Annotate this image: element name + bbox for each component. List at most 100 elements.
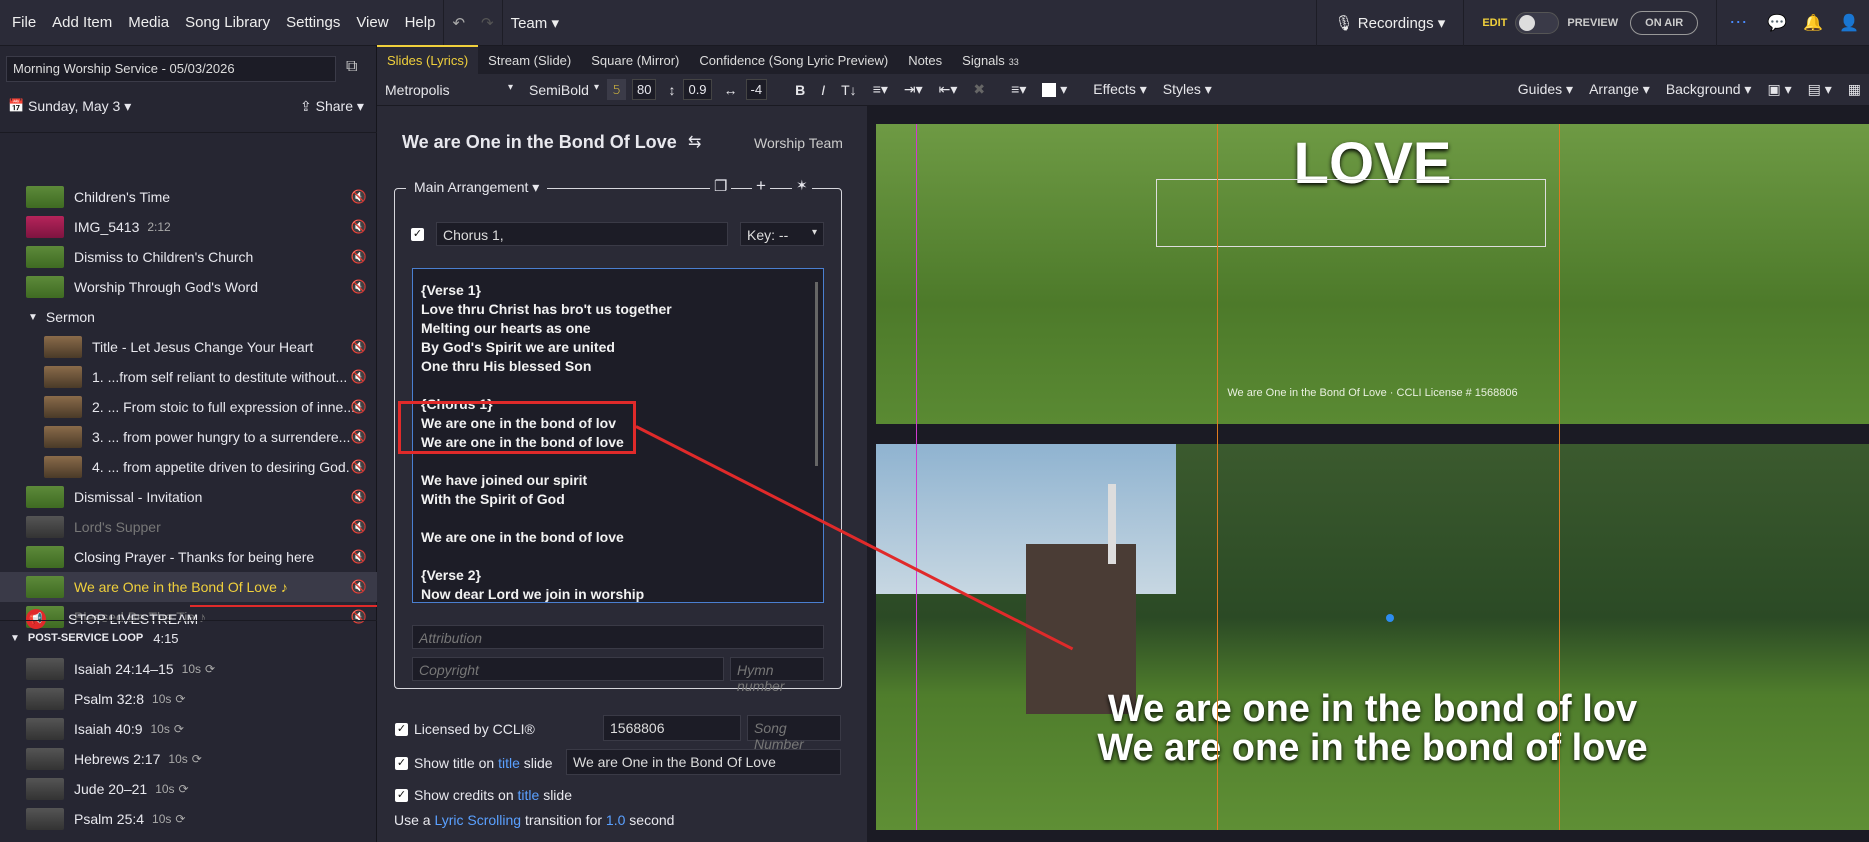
recordings-dropdown[interactable]: 🎙 Recordings ▾ xyxy=(1317,14,1464,32)
service-item[interactable]: 3. ... from power hungry to a surrendere… xyxy=(0,422,377,452)
section-checkbox[interactable]: ✓ xyxy=(411,228,424,241)
italic-icon[interactable]: I xyxy=(813,82,833,98)
tab-slides-lyrics[interactable]: Slides (Lyrics) xyxy=(377,45,479,74)
indent-icon[interactable]: ⇥▾ xyxy=(896,81,931,98)
mute-icon[interactable]: 🔇 xyxy=(351,579,367,595)
section-name-field[interactable]: Chorus 1, xyxy=(436,222,728,246)
key-select[interactable]: Key: -- ▾ xyxy=(740,222,824,246)
copy-icon[interactable]: ❐ xyxy=(710,177,732,195)
loop-item[interactable]: Jude 20–21 10s ⟳ xyxy=(0,774,377,804)
guides-dropdown[interactable]: Guides ▾ xyxy=(1510,81,1581,98)
slide-top[interactable]: LOVE We are One in the Bond Of Love · CC… xyxy=(876,124,1869,424)
letter-spacing-input[interactable]: -4 xyxy=(745,79,768,100)
mute-icon[interactable]: 🔇 xyxy=(351,279,367,295)
hymn-number-field[interactable]: Hymn number xyxy=(730,657,824,694)
bold-icon[interactable]: B xyxy=(787,82,813,98)
share-button[interactable]: ⇪ Share ▾ xyxy=(300,98,364,115)
add-icon[interactable]: + xyxy=(752,176,770,196)
loop-item[interactable]: Hebrews 2:17 10s ⟳ xyxy=(0,744,377,774)
on-air-button[interactable]: ON AIR xyxy=(1630,10,1699,35)
chat-icon[interactable]: 💬 xyxy=(1759,13,1795,33)
unlink-icon[interactable]: ✶ xyxy=(792,177,812,194)
clear-format-icon[interactable]: ✖ xyxy=(965,81,993,98)
date-dropdown[interactable]: Sunday, May 3 ▾ xyxy=(28,98,131,115)
text-box-icon[interactable]: ▣ ▾ xyxy=(1759,81,1799,98)
autofit-text-icon[interactable]: 𝟻 xyxy=(607,79,626,100)
service-item[interactable]: Title - Let Jesus Change Your Heart 🔇 xyxy=(0,332,377,362)
image-icon[interactable]: ▤ ▾ xyxy=(1800,81,1840,98)
styles-dropdown[interactable]: Styles ▾ xyxy=(1155,81,1220,98)
swap-icon[interactable]: ⇆ xyxy=(688,132,701,152)
menu-settings[interactable]: Settings xyxy=(278,14,348,31)
outdent-icon[interactable]: ⇤▾ xyxy=(931,81,966,98)
resize-handle[interactable] xyxy=(1386,614,1394,622)
line-height-input[interactable]: 0.9 xyxy=(683,79,712,100)
profile-icon[interactable]: 👤 xyxy=(1831,13,1869,33)
service-item[interactable]: Children's Time 🔇 xyxy=(0,182,377,212)
open-external-icon[interactable]: ⧉ xyxy=(346,58,357,76)
transition-type-link[interactable]: Lyric Scrolling xyxy=(434,812,521,828)
mute-icon[interactable]: 🔇 xyxy=(351,489,367,505)
loop-item[interactable]: Isaiah 40:9 10s ⟳ xyxy=(0,714,377,744)
service-item[interactable]: Worship Through God's Word 🔇 xyxy=(0,272,377,302)
mute-icon[interactable]: 🔇 xyxy=(351,249,367,265)
menu-view[interactable]: View xyxy=(348,14,396,31)
menu-file[interactable]: File xyxy=(0,14,44,31)
undo-icon[interactable]: ↶ xyxy=(444,14,473,32)
song-number-field[interactable]: Song Number xyxy=(747,715,841,752)
mute-icon[interactable]: 🔇 xyxy=(351,549,367,565)
effects-dropdown[interactable]: Effects ▾ xyxy=(1085,81,1154,98)
title-slide-field[interactable]: We are One in the Bond Of Love xyxy=(566,749,841,775)
color-swatch[interactable]: ▾ xyxy=(1034,81,1075,98)
tab-signals[interactable]: Signals 33 xyxy=(952,47,1029,74)
grid-icon[interactable]: ▦ xyxy=(1840,81,1869,98)
copyright-field[interactable]: Copyright xyxy=(412,657,724,681)
mute-icon[interactable]: 🔇 xyxy=(351,519,367,535)
service-item[interactable]: 1. ...from self reliant to destitute wit… xyxy=(0,362,377,392)
arrangement-dropdown[interactable]: Main Arrangement ▾ xyxy=(406,179,548,196)
service-item[interactable]: Dismissal - Invitation 🔇 xyxy=(0,482,377,512)
post-service-loop-header[interactable]: ▼ POST-SERVICE LOOP 4:15 xyxy=(0,623,377,653)
loop-item[interactable]: Psalm 32:8 10s ⟳ xyxy=(0,684,377,714)
loop-item[interactable]: Psalm 25:4 10s ⟳ xyxy=(0,804,377,834)
group-header[interactable]: ▼ Sermon xyxy=(0,302,377,332)
font-weight-select[interactable]: SemiBold ▾ xyxy=(521,82,607,98)
service-item[interactable]: IMG_5413 2:12 🔇 xyxy=(0,212,377,242)
show-title-checkbox[interactable]: ✓ xyxy=(395,757,408,770)
service-item[interactable]: We are One in the Bond Of Love ♪ 🔇 xyxy=(0,572,377,602)
mute-icon[interactable]: 🔇 xyxy=(351,399,367,415)
slide-bottom[interactable]: We are one in the bond of lov We are one… xyxy=(876,444,1869,830)
tab-notes[interactable]: Notes xyxy=(898,47,952,74)
transition-duration-link[interactable]: 1.0 xyxy=(606,812,625,828)
service-item[interactable]: Dismiss to Children's Church 🔇 xyxy=(0,242,377,272)
licensed-checkbox[interactable]: ✓ xyxy=(395,723,408,736)
arrange-dropdown[interactable]: Arrange ▾ xyxy=(1581,81,1658,98)
bullet-list-icon[interactable]: ≡▾ xyxy=(865,81,896,98)
ccli-number-field[interactable]: 1568806 xyxy=(603,715,741,741)
menu-help[interactable]: Help xyxy=(397,14,444,31)
menu-song-library[interactable]: Song Library xyxy=(177,14,278,31)
font-family-select[interactable]: Metropolis ▾ xyxy=(377,82,521,98)
redo-icon[interactable]: ↷ xyxy=(473,14,502,32)
more-options-icon[interactable]: ⋯ xyxy=(1717,12,1759,33)
mute-icon[interactable]: 🔇 xyxy=(351,429,367,445)
tab-confidence-song-lyric-preview[interactable]: Confidence (Song Lyric Preview) xyxy=(689,47,898,74)
tab-stream-slide[interactable]: Stream (Slide) xyxy=(478,47,581,74)
mute-icon[interactable]: 🔇 xyxy=(351,219,367,235)
service-item[interactable]: 2. ... From stoic to full expression of … xyxy=(0,392,377,422)
mute-icon[interactable]: 🔇 xyxy=(351,189,367,205)
mute-icon[interactable]: 🔇 xyxy=(351,339,367,355)
align-icon[interactable]: ≡▾ xyxy=(1003,81,1034,98)
mute-icon[interactable]: 🔇 xyxy=(351,459,367,475)
attribution-field[interactable]: Attribution xyxy=(412,625,824,649)
edit-preview-toggle[interactable] xyxy=(1515,11,1560,34)
service-item[interactable]: Closing Prayer - Thanks for being here 🔇 xyxy=(0,542,377,572)
text-case-icon[interactable]: T↓ xyxy=(833,82,865,98)
loop-item[interactable]: Isaiah 24:14–15 10s ⟳ xyxy=(0,654,377,684)
background-dropdown[interactable]: Background ▾ xyxy=(1658,81,1760,98)
notifications-bell-icon[interactable]: 🔔 xyxy=(1795,13,1831,33)
menu-media[interactable]: Media xyxy=(120,14,177,31)
menu-add-item[interactable]: Add Item xyxy=(44,14,120,31)
font-size-input[interactable]: 80 xyxy=(632,79,657,100)
team-dropdown[interactable]: Team ▾ xyxy=(503,14,567,32)
